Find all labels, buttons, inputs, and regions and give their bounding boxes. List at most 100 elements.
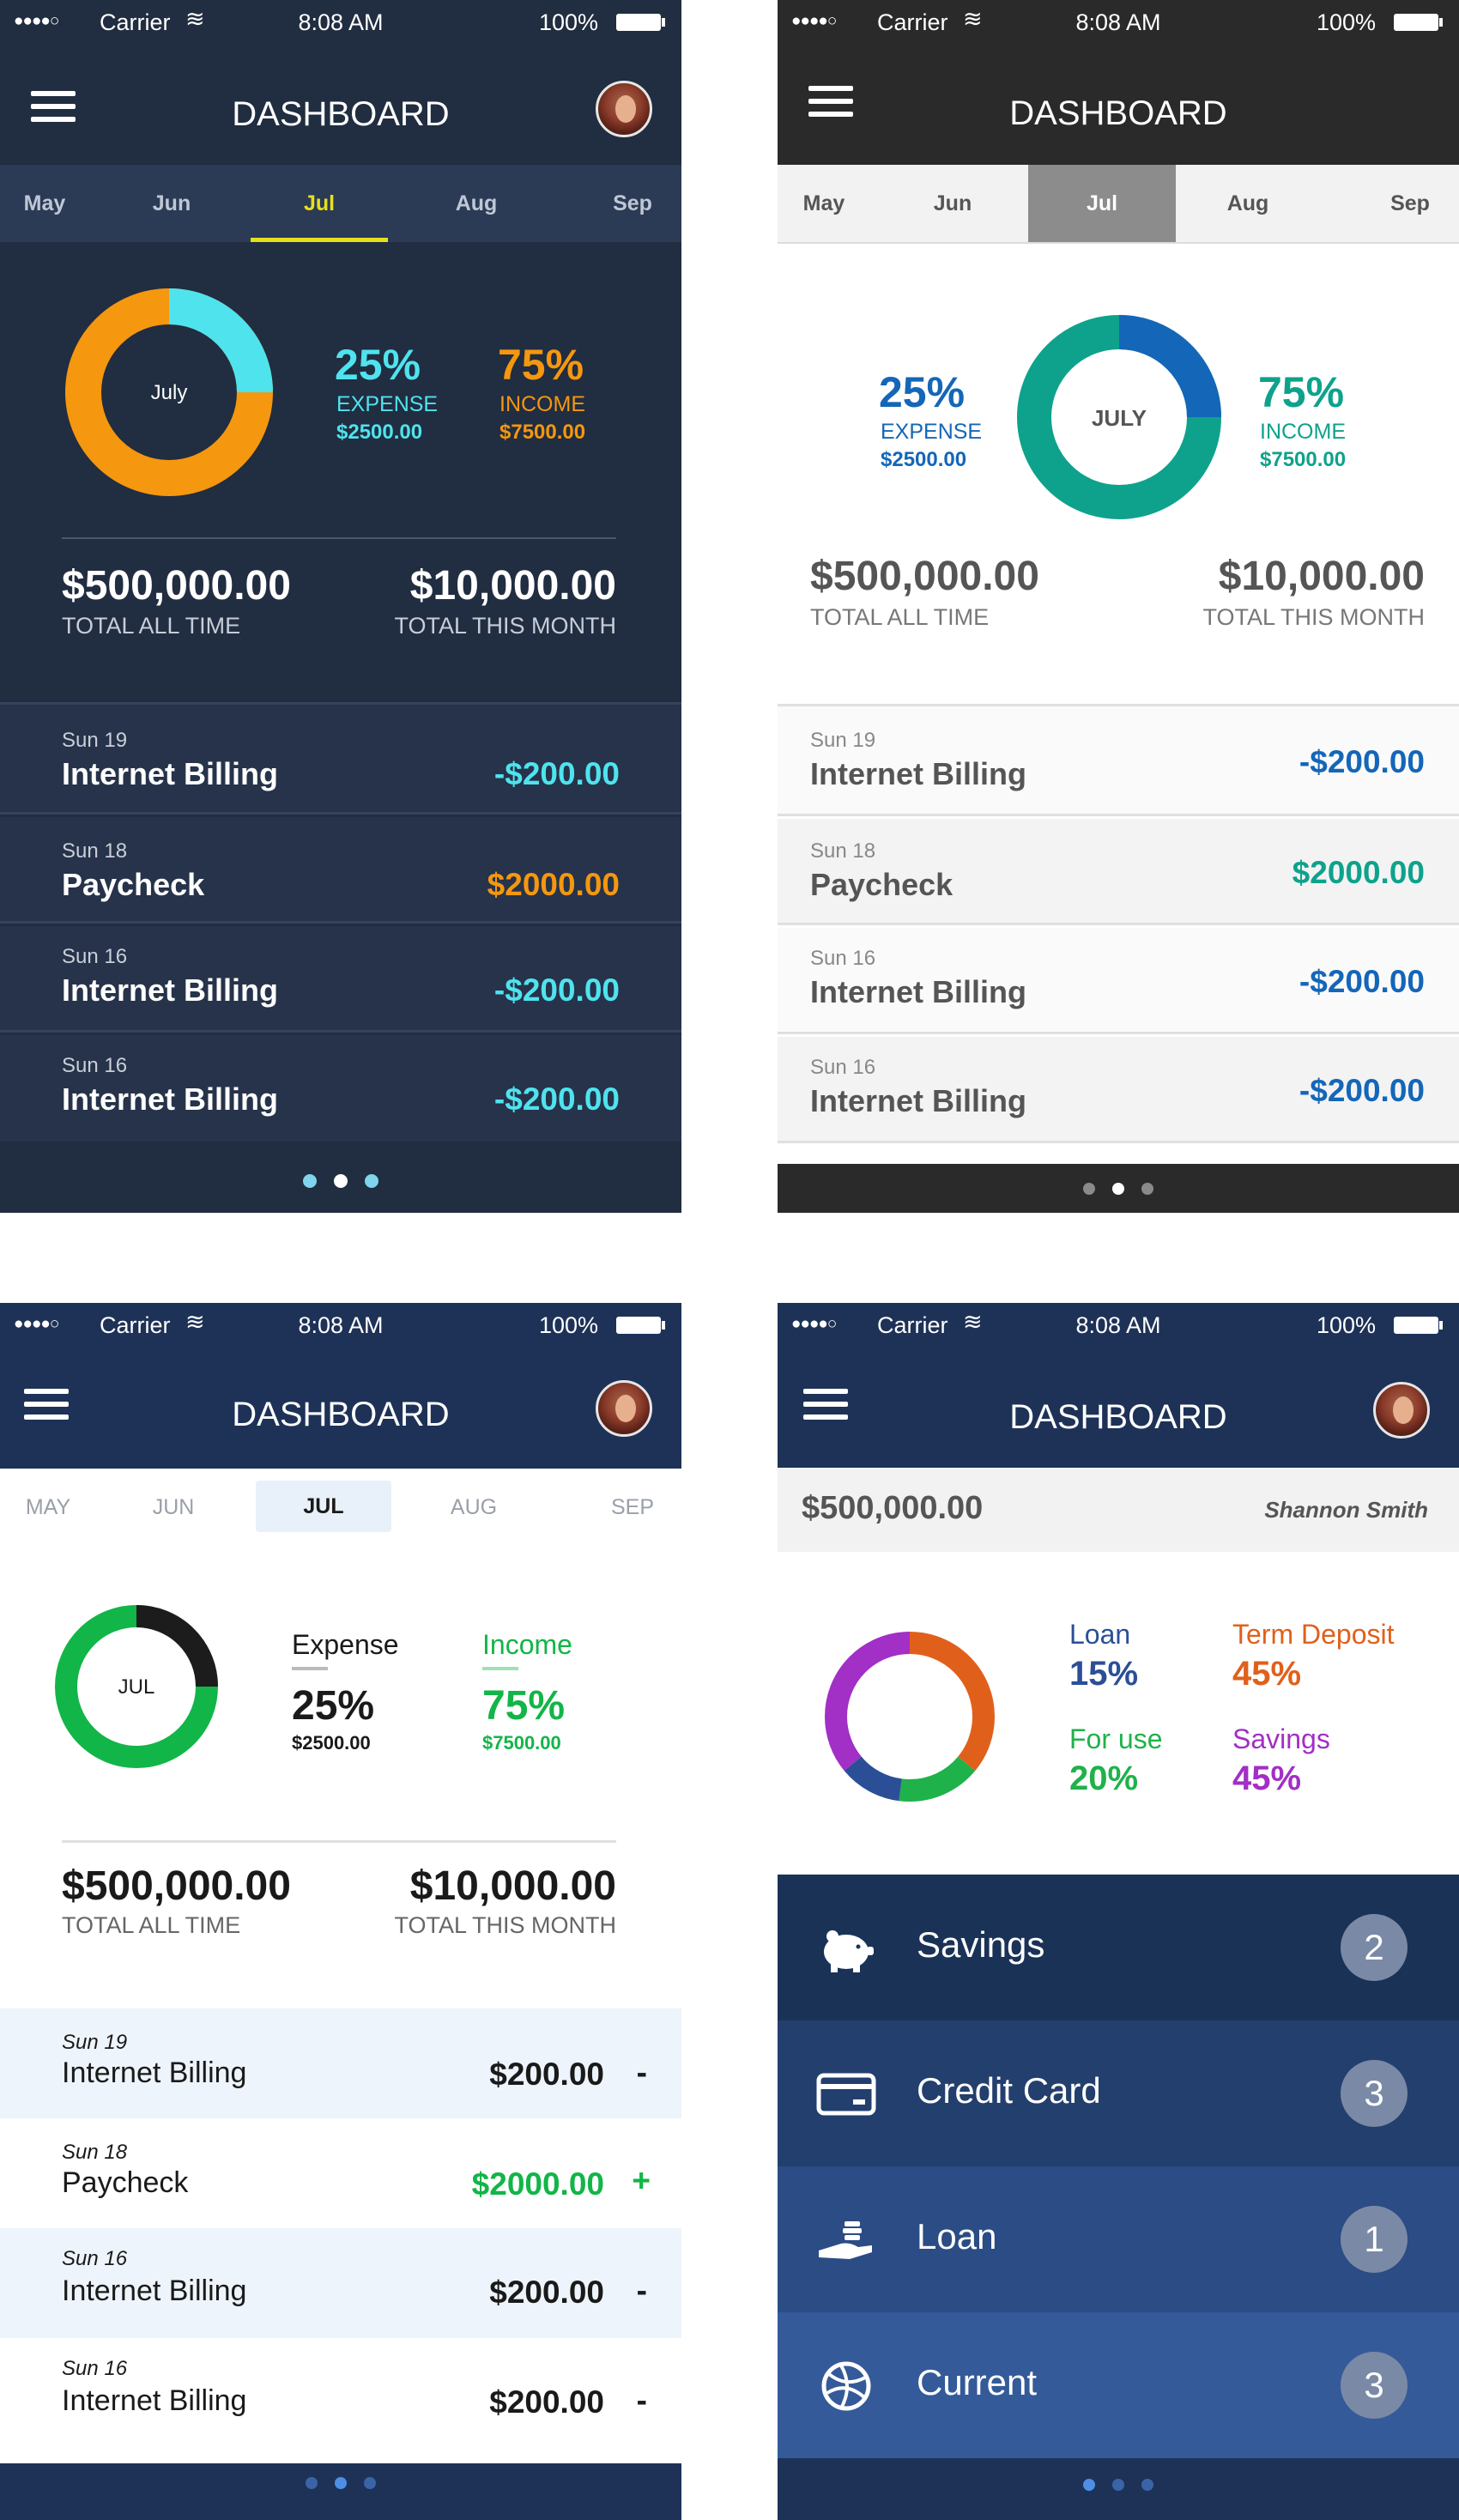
income-label: INCOME: [499, 392, 585, 416]
expense-sign: -: [636, 2055, 647, 2090]
count-badge: 2: [1341, 1914, 1408, 1981]
tab-may[interactable]: May: [0, 165, 89, 242]
tab-jun[interactable]: JUN: [129, 1469, 218, 1546]
transaction-row[interactable]: Sun 18 Paycheck $2000.00: [778, 819, 1459, 925]
tab-may[interactable]: May: [778, 165, 870, 242]
expense-label: Expense: [292, 1629, 399, 1660]
page-title: DASHBOARD: [232, 1396, 450, 1433]
income-percent: 75%: [1258, 368, 1345, 416]
transaction-row[interactable]: Sun 18 Paycheck $2000.00 +: [0, 2118, 681, 2228]
status-bar: ●●●●○ Carrier ≋ 8:08 AM 100%: [778, 0, 1459, 48]
category-loan[interactable]: Loan 1: [778, 2166, 1459, 2312]
transaction-row[interactable]: Sun 16 Internet Billing -$200.00: [778, 1037, 1459, 1143]
tab-aug[interactable]: AUG: [421, 1469, 527, 1546]
total-all-time-value: $500,000.00: [62, 1863, 291, 1909]
balance-bar: $500,000.00 Shannon Smith: [778, 1468, 1459, 1552]
month-tabs: May Jun Jul Aug Sep: [0, 165, 681, 242]
page-indicator[interactable]: [0, 2477, 681, 2493]
expense-income-donut: JUL: [55, 1605, 218, 1768]
page-title: DASHBOARD: [232, 95, 450, 133]
transaction-row[interactable]: Sun 16 Internet Billing $200.00 -: [0, 2338, 681, 2448]
divider: [62, 537, 616, 539]
donut-center-label: JUL: [118, 1675, 155, 1699]
credit-card-icon: [816, 2073, 876, 2116]
footer-bar: [778, 2458, 1459, 2520]
total-this-month-label: TOTAL THIS MONTH: [394, 1912, 616, 1938]
page-indicator[interactable]: [778, 2479, 1459, 2495]
expense-sign: -: [636, 2383, 647, 2418]
count-badge: 3: [1341, 2060, 1408, 2127]
for-use-label: For use: [1069, 1723, 1163, 1754]
transaction-row[interactable]: Sun 16 Internet Billing -$200.00: [0, 926, 681, 1033]
total-this-month-label: TOTAL THIS MONTH: [394, 613, 616, 639]
tab-jul[interactable]: Jul: [251, 165, 388, 242]
expense-label: EXPENSE: [881, 420, 983, 444]
avatar[interactable]: [1373, 1382, 1430, 1439]
tab-may[interactable]: MAY: [0, 1469, 96, 1546]
active-tab-indicator: [251, 238, 388, 242]
term-deposit-percent: 45%: [1232, 1655, 1302, 1693]
transaction-row[interactable]: Sun 16 Internet Billing $200.00 -: [0, 2228, 681, 2338]
income-amount: $7500.00: [482, 1732, 561, 1754]
income-sign: +: [632, 2163, 651, 2198]
battery-label: 100%: [1317, 1312, 1377, 1338]
tab-aug[interactable]: Aug: [1193, 165, 1303, 242]
dark-dashboard-screen: ●●●●○ Carrier ≋ 8:08 AM 100% DASHBOARD M…: [0, 0, 681, 1213]
transaction-row[interactable]: Sun 16 Internet Billing -$200.00: [778, 928, 1459, 1034]
expense-income-donut: JULY: [1017, 315, 1221, 519]
transaction-row[interactable]: Sun 18 Paycheck $2000.00: [0, 817, 681, 924]
battery-icon: [616, 1317, 661, 1334]
battery-icon: [616, 14, 661, 31]
transaction-row[interactable]: Sun 19 Internet Billing -$200.00: [778, 706, 1459, 816]
expense-percent: 25%: [292, 1683, 375, 1729]
expense-amount: $2500.00: [292, 1732, 371, 1754]
user-name: Shannon Smith: [1264, 1497, 1428, 1523]
income-amount: $7500.00: [499, 421, 586, 444]
page-indicator[interactable]: [778, 1183, 1459, 1199]
expense-percent: 25%: [879, 368, 966, 416]
header: DASHBOARD: [778, 48, 1459, 165]
avatar[interactable]: [596, 81, 652, 137]
category-current[interactable]: Current 3: [778, 2312, 1459, 2458]
hand-coins-icon: [819, 2221, 872, 2259]
header: DASHBOARD: [778, 1351, 1459, 1468]
footer-bar: [0, 2463, 681, 2520]
transaction-row[interactable]: Sun 16 Internet Billing -$200.00: [0, 1035, 681, 1142]
globe-icon: [821, 2361, 871, 2411]
tab-sep[interactable]: Sep: [584, 165, 681, 242]
tab-jul[interactable]: Jul: [1028, 165, 1176, 242]
loan-percent: 15%: [1069, 1655, 1139, 1693]
tab-jul[interactable]: JUL: [256, 1481, 391, 1532]
minimal-dashboard-screen: ●●●●○ Carrier ≋ 8:08 AM 100% DASHBOARD M…: [0, 1303, 681, 2520]
tab-jun[interactable]: Jun: [906, 165, 999, 242]
account-balance: $500,000.00: [802, 1490, 984, 1526]
tab-sep[interactable]: Sep: [1361, 165, 1459, 242]
tab-sep[interactable]: SEP: [584, 1469, 681, 1546]
expense-income-donut: July: [65, 288, 273, 496]
savings-percent: 45%: [1232, 1760, 1302, 1797]
total-this-month-label: TOTAL THIS MONTH: [1202, 604, 1425, 630]
tab-jun[interactable]: Jun: [129, 165, 215, 242]
status-bar: ●●●●○ Carrier ≋ 8:08 AM 100%: [0, 1303, 681, 1351]
page-indicator[interactable]: [0, 1174, 681, 1192]
accounts-dashboard-screen: ●●●●○ Carrier ≋ 8:08 AM 100% DASHBOARD $…: [778, 1303, 1459, 2520]
donut-center-label: July: [151, 381, 188, 404]
transaction-row[interactable]: Sun 19 Internet Billing $200.00 -: [0, 2008, 681, 2118]
tab-aug[interactable]: Aug: [412, 165, 541, 242]
income-label: Income: [482, 1629, 572, 1660]
category-label: Savings: [917, 1924, 1045, 1965]
avatar[interactable]: [596, 1380, 652, 1437]
total-all-time-value: $500,000.00: [810, 554, 1039, 599]
for-use-percent: 20%: [1069, 1760, 1139, 1797]
category-label: Loan: [917, 2216, 997, 2256]
page-title: DASHBOARD: [1009, 1398, 1227, 1436]
page-title: DASHBOARD: [1009, 94, 1227, 132]
battery-label: 100%: [1317, 9, 1377, 35]
battery-label: 100%: [539, 1312, 599, 1338]
category-savings[interactable]: Savings 2: [778, 1875, 1459, 2020]
total-all-time-label: TOTAL ALL TIME: [62, 613, 241, 639]
account-breakdown-donut: [825, 1632, 995, 1802]
category-credit-card[interactable]: Credit Card 3: [778, 2020, 1459, 2166]
transaction-row[interactable]: Sun 19 Internet Billing -$200.00: [0, 705, 681, 815]
total-all-time-label: TOTAL ALL TIME: [810, 604, 990, 630]
